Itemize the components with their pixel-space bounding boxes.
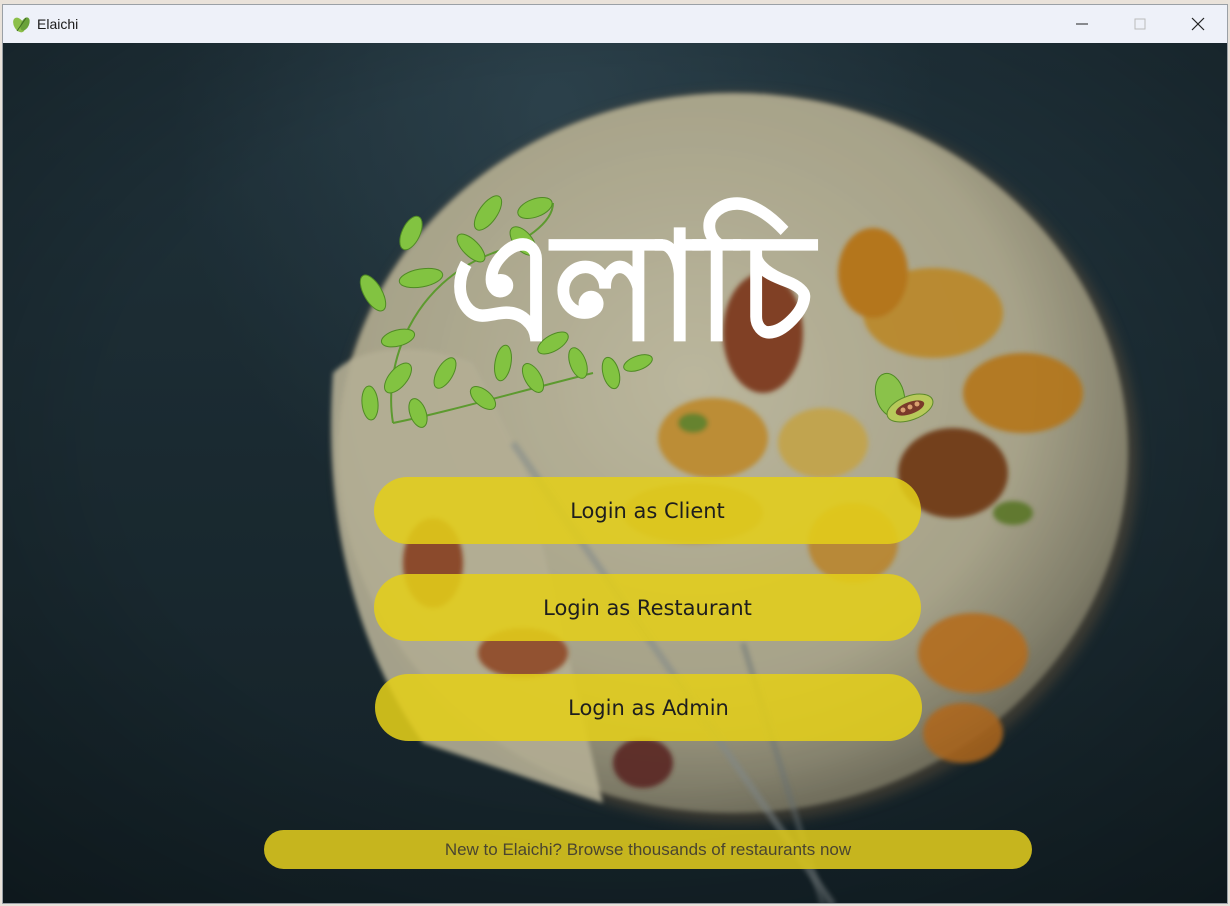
leaf-app-icon [13,17,30,33]
food-background-image [3,43,1227,903]
logo-text: এলাচি [448,201,814,375]
maximize-button[interactable] [1111,5,1169,43]
maximize-icon [1134,18,1146,30]
minimize-icon [1076,23,1088,25]
login-client-button[interactable]: Login as Client [374,477,921,544]
minimize-button[interactable] [1053,5,1111,43]
title-bar[interactable]: Elaichi [3,5,1227,43]
login-admin-button[interactable]: Login as Admin [375,674,922,741]
app-window: Elaichi এলাচি Login as Client Login as R… [2,4,1228,904]
window-title: Elaichi [37,16,79,32]
browse-restaurants-button[interactable]: New to Elaichi? Browse thousands of rest… [264,830,1032,869]
main-content: এলাচি Login as Client Login as Restauran… [3,43,1227,903]
cardamom-pod-icon [874,372,934,423]
close-icon [1191,17,1205,31]
elaichi-logo: এলাচি [353,193,953,443]
login-restaurant-button[interactable]: Login as Restaurant [374,574,921,641]
close-button[interactable] [1169,5,1227,43]
